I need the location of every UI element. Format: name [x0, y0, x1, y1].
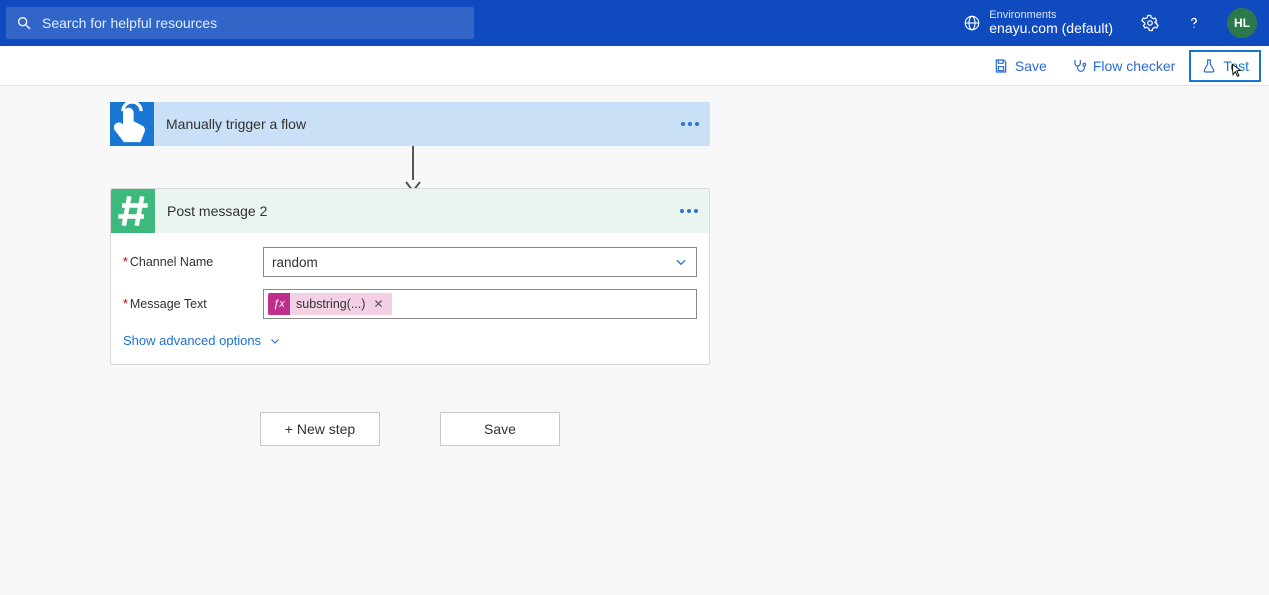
message-text-label: Message Text — [123, 297, 253, 311]
save-flow-button[interactable]: Save — [440, 412, 560, 446]
flow-checker-button[interactable]: Flow checker — [1061, 50, 1185, 82]
more-icon — [680, 209, 698, 213]
message-text-input[interactable]: ƒx substring(...) ✕ — [263, 289, 697, 319]
fx-icon: ƒx — [268, 293, 290, 315]
more-icon — [681, 122, 699, 126]
new-step-label: + New step — [285, 421, 355, 437]
channel-name-row: Channel Name random — [123, 247, 697, 277]
test-label: Test — [1223, 58, 1249, 74]
top-bar: Environments enayu.com (default) HL — [0, 0, 1269, 46]
settings-button[interactable] — [1133, 6, 1167, 40]
expression-token-text: substring(...) — [296, 297, 365, 311]
advanced-options-label: Show advanced options — [123, 333, 261, 348]
test-button[interactable]: Test — [1189, 50, 1261, 82]
save-icon — [993, 58, 1009, 74]
save-label: Save — [1015, 58, 1047, 74]
trigger-icon — [110, 102, 154, 146]
search-icon — [16, 15, 32, 31]
help-icon — [1185, 14, 1203, 32]
avatar-initials: HL — [1234, 16, 1250, 30]
flow-canvas: Manually trigger a flow — [0, 86, 1269, 595]
channel-name-label: Channel Name — [123, 255, 253, 269]
hash-icon — [111, 189, 155, 233]
show-advanced-options[interactable]: Show advanced options — [123, 333, 697, 348]
gear-icon — [1141, 14, 1159, 32]
trigger-menu-button[interactable] — [670, 122, 710, 126]
remove-token-button[interactable]: ✕ — [371, 297, 385, 311]
avatar[interactable]: HL — [1227, 8, 1257, 38]
action-card[interactable]: Post message 2 Channel Name random — [110, 188, 710, 365]
channel-name-value: random — [272, 255, 318, 270]
environment-text: Environments enayu.com (default) — [989, 9, 1113, 36]
environment-picker[interactable]: Environments enayu.com (default) — [963, 9, 1113, 36]
help-button[interactable] — [1177, 6, 1211, 40]
flask-icon — [1201, 58, 1217, 74]
action-title: Post message 2 — [155, 203, 669, 219]
action-menu-button[interactable] — [669, 209, 709, 213]
search-box[interactable] — [6, 7, 474, 39]
action-icon — [111, 189, 155, 233]
chevron-down-icon — [269, 335, 281, 347]
environment-value: enayu.com (default) — [989, 21, 1113, 36]
command-bar: Save Flow checker Test — [0, 46, 1269, 86]
save-flow-label: Save — [484, 421, 516, 437]
trigger-card[interactable]: Manually trigger a flow — [110, 102, 710, 146]
trigger-title: Manually trigger a flow — [154, 116, 670, 132]
save-button[interactable]: Save — [983, 50, 1057, 82]
flow-checker-label: Flow checker — [1093, 58, 1175, 74]
action-body: Channel Name random Message Text — [111, 233, 709, 364]
stethoscope-icon — [1071, 58, 1087, 74]
message-text-row: Message Text ƒx substring(...) ✕ — [123, 289, 697, 319]
search-input[interactable] — [42, 15, 464, 31]
channel-name-dropdown[interactable]: random — [263, 247, 697, 277]
bottom-buttons: + New step Save — [110, 412, 710, 446]
new-step-button[interactable]: + New step — [260, 412, 380, 446]
chevron-down-icon — [674, 255, 688, 269]
touch-icon — [110, 102, 154, 146]
expression-token[interactable]: ƒx substring(...) ✕ — [268, 293, 392, 315]
environment-icon — [963, 14, 981, 32]
